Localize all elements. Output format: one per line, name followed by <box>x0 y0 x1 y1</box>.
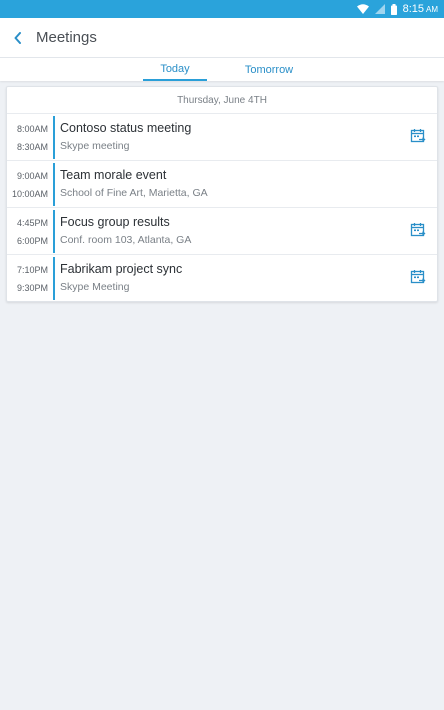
meeting-location: Skype meeting <box>60 140 130 152</box>
start-time: 7:10PM <box>16 265 48 275</box>
meeting-row[interactable]: 8:00AM 8:30AM Contoso status meeting Sky… <box>7 114 437 161</box>
meeting-location: Conf. room 103, Atlanta, GA <box>60 234 192 246</box>
meeting-row[interactable]: 4:45PM 6:00PM Focus group results Conf. … <box>7 208 437 255</box>
start-time: 8:00AM <box>16 124 48 134</box>
date-header: Thursday, June 4TH <box>7 87 437 114</box>
meeting-title: Fabrikam project sync <box>60 262 183 276</box>
back-button[interactable] <box>0 18 36 58</box>
page-title: Meetings <box>36 29 97 46</box>
wifi-icon <box>356 4 369 14</box>
accent-bar <box>53 257 55 300</box>
tab-tomorrow[interactable]: Tomorrow <box>237 58 301 81</box>
start-time: 4:45PM <box>16 218 48 228</box>
meeting-times: 4:45PM 6:00PM <box>7 208 53 255</box>
meeting-title: Contoso status meeting <box>60 121 192 135</box>
join-meeting-icon[interactable] <box>410 222 426 238</box>
meetings-card: Thursday, June 4TH 8:00AM 8:30AM Contoso… <box>6 86 438 302</box>
clock-ampm: AM <box>426 5 438 14</box>
cell-signal-icon <box>374 4 385 14</box>
meeting-row[interactable]: 7:10PM 9:30PM Fabrikam project sync Skyp… <box>7 255 437 302</box>
accent-bar <box>53 116 55 159</box>
meeting-times: 9:00AM 10:00AM <box>7 161 53 208</box>
day-tabs: Today Tomorrow <box>0 58 444 81</box>
meeting-location: School of Fine Art, Marietta, GA <box>60 187 208 199</box>
end-time: 10:00AM <box>11 189 48 199</box>
start-time: 9:00AM <box>16 171 48 181</box>
accent-bar <box>53 210 55 253</box>
end-time: 9:30PM <box>16 283 48 293</box>
status-time: 8:15 AM <box>403 3 438 15</box>
meeting-times: 8:00AM 8:30AM <box>7 114 53 161</box>
join-meeting-icon[interactable] <box>410 128 426 144</box>
meeting-title: Team morale event <box>60 168 167 182</box>
join-meeting-icon[interactable] <box>410 269 426 285</box>
app-header: Meetings <box>0 18 444 58</box>
accent-bar <box>53 163 55 206</box>
meetings-screen: 8:15 AM Meetings Today Tomorrow Thursday,… <box>0 0 444 710</box>
battery-icon <box>390 3 397 15</box>
tab-today[interactable]: Today <box>143 58 207 81</box>
chevron-left-icon <box>14 31 21 44</box>
meeting-row[interactable]: 9:00AM 10:00AM Team morale event School … <box>7 161 437 208</box>
status-bar: 8:15 AM <box>0 0 444 18</box>
meeting-times: 7:10PM 9:30PM <box>7 255 53 302</box>
meeting-location: Skype Meeting <box>60 281 130 293</box>
end-time: 6:00PM <box>16 236 48 246</box>
end-time: 8:30AM <box>16 142 48 152</box>
clock-time: 8:15 <box>402 3 424 15</box>
meeting-title: Focus group results <box>60 215 170 229</box>
